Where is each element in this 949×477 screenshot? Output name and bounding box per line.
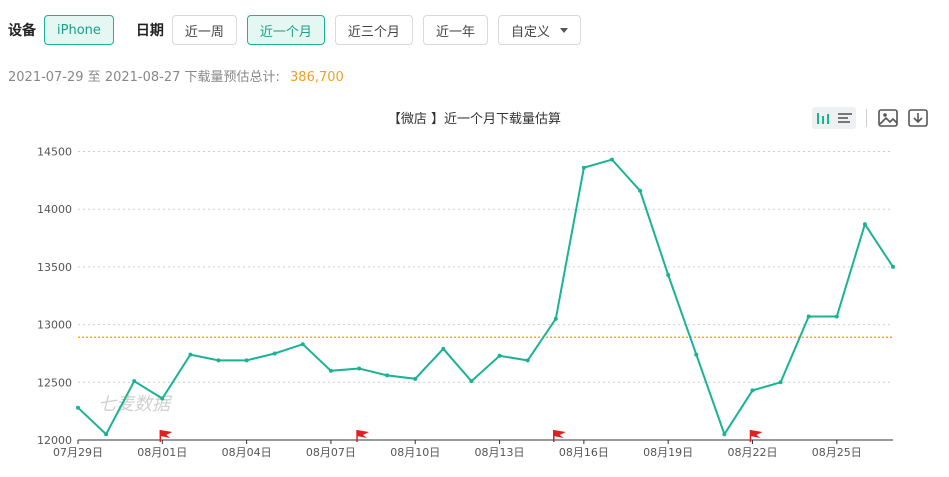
x-tick-label: 08月16日 xyxy=(559,446,609,459)
range-month-button[interactable]: 近一个月 xyxy=(246,15,325,45)
data-point[interactable] xyxy=(638,188,643,193)
data-point[interactable] xyxy=(441,346,446,351)
range-year-button[interactable]: 近一年 xyxy=(422,15,488,45)
y-tick-label: 14000 xyxy=(37,203,72,216)
x-tick-label: 08月22日 xyxy=(727,446,777,459)
event-flag-icon[interactable] xyxy=(749,430,763,442)
chevron-down-icon xyxy=(559,27,568,33)
data-point[interactable] xyxy=(862,222,867,227)
device-label: 设备 xyxy=(8,23,36,39)
data-point[interactable] xyxy=(413,376,418,381)
data-point[interactable] xyxy=(891,264,895,269)
chart-type-toggle[interactable] xyxy=(812,107,856,129)
data-point[interactable] xyxy=(188,352,193,357)
data-point[interactable] xyxy=(469,379,474,384)
y-tick-label: 14500 xyxy=(37,146,72,159)
data-point[interactable] xyxy=(300,342,305,347)
x-tick-label: 07月29日 xyxy=(53,446,103,459)
data-point[interactable] xyxy=(385,373,390,378)
data-point[interactable] xyxy=(132,379,137,384)
y-tick-label: 12000 xyxy=(37,434,72,447)
data-point[interactable] xyxy=(76,405,80,410)
data-point[interactable] xyxy=(216,358,221,363)
range-3month-button[interactable]: 近三个月 xyxy=(334,15,413,45)
data-point[interactable] xyxy=(694,352,699,357)
list-icon[interactable] xyxy=(837,111,853,125)
summary-text: 2021-07-29 至 2021-08-27 下载量预估总计: xyxy=(8,70,280,85)
data-point[interactable] xyxy=(272,351,277,356)
x-tick-label: 08月25日 xyxy=(812,446,862,459)
device-iphone-button[interactable]: iPhone xyxy=(44,15,114,45)
download-summary: 2021-07-29 至 2021-08-27 下载量预估总计: 386,700 xyxy=(8,66,344,85)
event-flag-icon[interactable] xyxy=(159,430,173,442)
data-point[interactable] xyxy=(160,396,165,401)
range-week-button[interactable]: 近一周 xyxy=(171,15,237,45)
bar-chart-icon[interactable] xyxy=(815,111,831,125)
data-point[interactable] xyxy=(525,358,530,363)
x-tick-label: 08月01日 xyxy=(137,446,187,459)
event-flag-icon[interactable] xyxy=(356,430,370,442)
data-point[interactable] xyxy=(581,165,586,170)
y-tick-label: 12500 xyxy=(37,376,72,389)
watermark: 七麦数据 xyxy=(98,394,173,415)
x-tick-label: 08月04日 xyxy=(222,446,272,459)
data-point[interactable] xyxy=(750,388,755,393)
summary-total: 386,700 xyxy=(290,70,344,85)
data-point[interactable] xyxy=(609,157,614,162)
x-tick-label: 08月13日 xyxy=(475,446,525,459)
date-label: 日期 xyxy=(135,23,164,39)
data-point[interactable] xyxy=(357,366,362,371)
data-point[interactable] xyxy=(778,380,783,385)
event-flag-icon[interactable] xyxy=(553,430,566,442)
x-tick-label: 08月10日 xyxy=(390,446,440,459)
data-point[interactable] xyxy=(104,432,109,437)
x-tick-label: 08月19日 xyxy=(643,446,693,459)
filter-bar: 设备 iPhone 日期 近一周 近一个月 近三个月 近一年 自定义 xyxy=(8,14,591,46)
data-point[interactable] xyxy=(328,368,333,373)
data-point[interactable] xyxy=(553,316,558,321)
chart-toolbar xyxy=(812,106,937,130)
data-point[interactable] xyxy=(722,432,727,437)
custom-range-label: 自定义 xyxy=(510,24,550,40)
x-tick-label: 08月07日 xyxy=(306,446,356,459)
download-icon[interactable] xyxy=(907,107,929,129)
data-point[interactable] xyxy=(244,358,249,363)
image-icon[interactable] xyxy=(877,107,899,129)
y-tick-label: 13500 xyxy=(37,261,72,274)
data-point[interactable] xyxy=(834,314,839,319)
series-line xyxy=(77,158,894,437)
custom-range-dropdown[interactable]: 自定义 xyxy=(497,15,581,45)
y-tick-label: 13000 xyxy=(37,319,72,332)
data-point[interactable] xyxy=(497,353,502,358)
chart-title: 【微店 】近一个月下载量估算 xyxy=(387,112,562,127)
toolbar-divider xyxy=(866,109,867,127)
data-point[interactable] xyxy=(806,314,811,319)
data-point[interactable] xyxy=(666,273,671,277)
